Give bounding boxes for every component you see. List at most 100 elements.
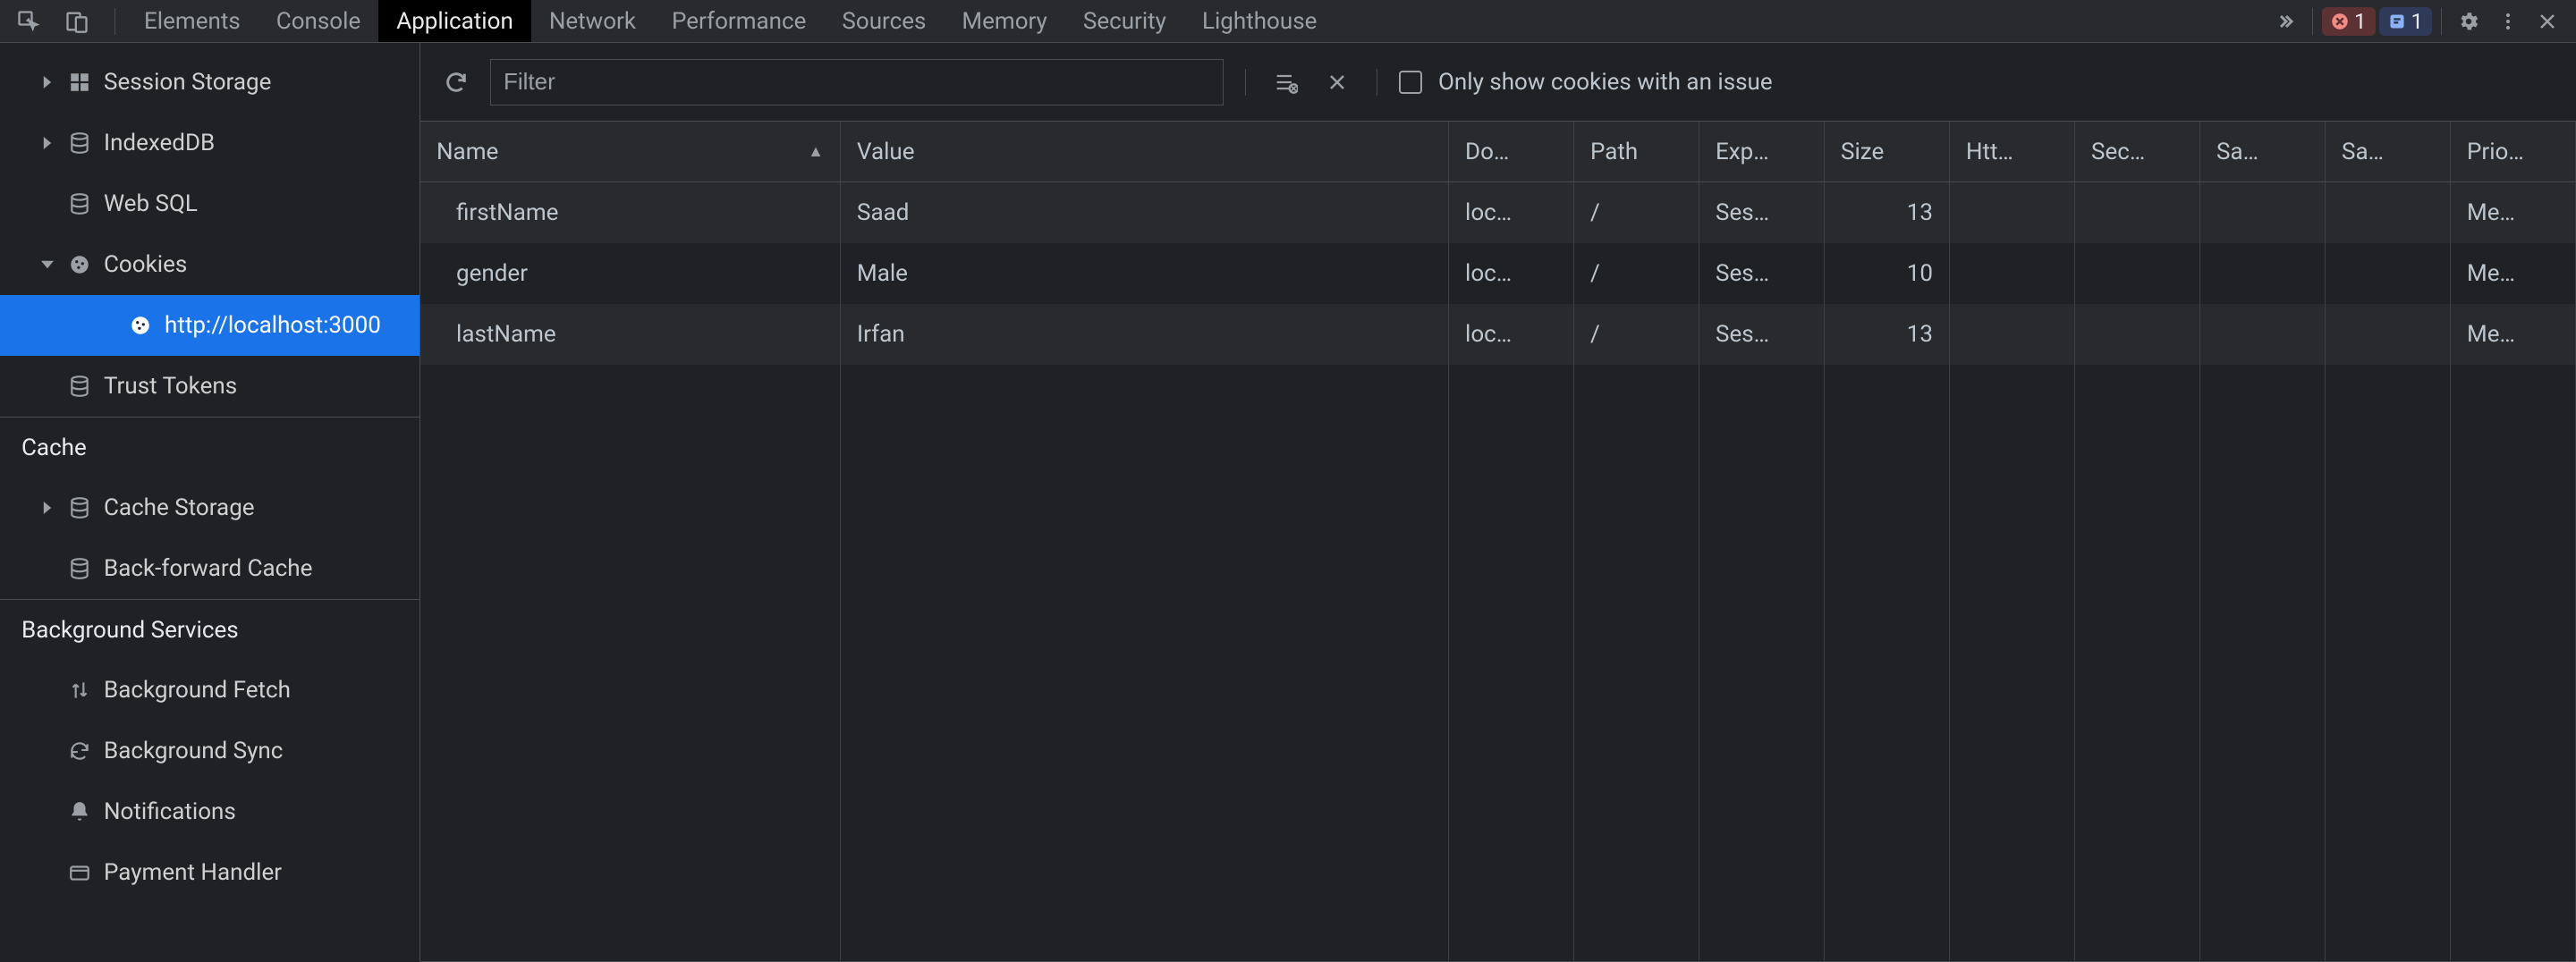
- sidebar-item-label: Back-forward Cache: [104, 555, 312, 582]
- tabbar-right-controls: 1 1: [2257, 0, 2576, 42]
- device-toggle-icon[interactable]: [59, 4, 95, 39]
- error-count-badge[interactable]: 1: [2322, 7, 2376, 36]
- cookies-table-header: Name▲ValueDo…PathExp…SizeHtt…Sec…Sa…Sa…P…: [420, 122, 2576, 182]
- cookie-icon: [66, 251, 93, 278]
- sidebar-item-cache-storage[interactable]: Cache Storage: [0, 477, 419, 538]
- tab-memory[interactable]: Memory: [944, 0, 1064, 42]
- sidebar-item-label: Background Fetch: [104, 677, 291, 704]
- main-content: Session StorageIndexedDB Web SQL Cookies ht…: [0, 43, 2576, 962]
- sidebar-item-label: Payment Handler: [104, 859, 282, 886]
- tab-application[interactable]: Application: [378, 0, 531, 42]
- cell-value: Irfan: [841, 304, 1449, 365]
- tab-network[interactable]: Network: [531, 0, 654, 42]
- cell-domain: loc…: [1449, 182, 1574, 243]
- settings-icon[interactable]: [2451, 4, 2487, 39]
- refresh-icon[interactable]: [438, 64, 474, 100]
- column-header-10[interactable]: Prio…: [2451, 122, 2576, 181]
- column-header-2[interactable]: Do…: [1449, 122, 1574, 181]
- cell-expires: Ses…: [1699, 304, 1825, 365]
- cookie-icon: [127, 312, 154, 339]
- only-issues-checkbox[interactable]: [1399, 71, 1422, 94]
- cell-path: /: [1574, 243, 1699, 304]
- cache-section-header: Cache: [0, 417, 419, 477]
- cell-path: /: [1574, 182, 1699, 243]
- bg-services-section-header: Background Services: [0, 599, 419, 660]
- more-tabs-icon[interactable]: [2267, 4, 2303, 39]
- cell-path: /: [1574, 304, 1699, 365]
- column-header-9[interactable]: Sa…: [2326, 122, 2451, 181]
- sidebar-item-label: Trust Tokens: [104, 373, 237, 400]
- sidebar-item-label: Cache Storage: [104, 494, 255, 521]
- db-icon: [66, 130, 93, 156]
- cell-domain: loc…: [1449, 304, 1574, 365]
- tab-console[interactable]: Console: [258, 0, 378, 42]
- cell-priority: Me…: [2451, 304, 2576, 365]
- close-devtools-icon[interactable]: [2529, 4, 2565, 39]
- sidebar-item-session-storage[interactable]: Session Storage: [0, 52, 419, 113]
- cell-samesite1: [2200, 182, 2326, 243]
- application-sidebar: Session StorageIndexedDB Web SQL Cookies ht…: [0, 43, 420, 962]
- sidebar-item-web-sql[interactable]: Web SQL: [0, 173, 419, 234]
- cell-priority: Me…: [2451, 243, 2576, 304]
- sidebar-item-payment-handler[interactable]: Payment Handler: [0, 842, 419, 903]
- cookies-panel: Only show cookies with an issue Name▲Val…: [420, 43, 2576, 962]
- sidebar-item-label: http://localhost:3000: [165, 312, 381, 339]
- column-header-1[interactable]: Value: [841, 122, 1449, 181]
- db-icon: [66, 373, 93, 400]
- sidebar-item-cookies[interactable]: Cookies: [0, 234, 419, 295]
- tabbar-left-controls: [0, 0, 126, 42]
- sidebar-item-trust-tokens[interactable]: Trust Tokens: [0, 356, 419, 417]
- column-header-4[interactable]: Exp…: [1699, 122, 1825, 181]
- column-header-6[interactable]: Htt…: [1950, 122, 2075, 181]
- delete-selected-icon[interactable]: [1319, 64, 1355, 100]
- clear-all-icon[interactable]: [1267, 64, 1303, 100]
- cell-name: gender: [420, 243, 841, 304]
- cell-secure: [2075, 304, 2200, 365]
- column-header-0[interactable]: Name▲: [420, 122, 841, 181]
- cookie-row[interactable]: firstNameSaadloc…/Ses…13Me…: [420, 182, 2576, 243]
- expand-arrow-icon[interactable]: [39, 502, 55, 514]
- db-icon: [66, 494, 93, 521]
- tab-elements[interactable]: Elements: [126, 0, 258, 42]
- toolbar-divider: [1245, 69, 1246, 96]
- tab-performance[interactable]: Performance: [654, 0, 824, 42]
- expand-arrow-icon[interactable]: [39, 137, 55, 149]
- expand-arrow-icon[interactable]: [39, 258, 55, 271]
- tabbar-tabs: ElementsConsoleApplicationNetworkPerform…: [126, 0, 2257, 42]
- cell-secure: [2075, 243, 2200, 304]
- cell-samesite1: [2200, 304, 2326, 365]
- table-empty-fill: [420, 365, 2576, 961]
- inspect-element-icon[interactable]: [11, 4, 47, 39]
- cell-http: [1950, 182, 2075, 243]
- cell-size: 10: [1825, 243, 1950, 304]
- grid-icon: [66, 69, 93, 96]
- sidebar-item-background-fetch[interactable]: Background Fetch: [0, 660, 419, 721]
- issue-count-badge[interactable]: 1: [2379, 7, 2433, 36]
- expand-arrow-icon[interactable]: [39, 76, 55, 89]
- tab-lighthouse[interactable]: Lighthouse: [1184, 0, 1335, 42]
- column-header-8[interactable]: Sa…: [2200, 122, 2326, 181]
- cell-size: 13: [1825, 182, 1950, 243]
- cell-expires: Ses…: [1699, 182, 1825, 243]
- cell-samesite1: [2200, 243, 2326, 304]
- cookies-filter-input[interactable]: [490, 59, 1224, 105]
- bell-icon: [66, 798, 93, 825]
- cookie-row[interactable]: genderMaleloc…/Ses…10Me…: [420, 243, 2576, 304]
- tab-sources[interactable]: Sources: [824, 0, 944, 42]
- column-header-5[interactable]: Size: [1825, 122, 1950, 181]
- column-header-3[interactable]: Path: [1574, 122, 1699, 181]
- sidebar-item-http-localhost-3000[interactable]: http://localhost:3000: [0, 295, 419, 356]
- kebab-menu-icon[interactable]: [2490, 4, 2526, 39]
- cell-name: firstName: [420, 182, 841, 243]
- sidebar-item-notifications[interactable]: Notifications: [0, 781, 419, 842]
- sidebar-item-label: Web SQL: [104, 190, 198, 217]
- sidebar-item-back-forward-cache[interactable]: Back-forward Cache: [0, 538, 419, 599]
- db-icon: [66, 555, 93, 582]
- tabbar-divider: [2312, 8, 2313, 35]
- tab-security[interactable]: Security: [1065, 0, 1184, 42]
- sidebar-item-background-sync[interactable]: Background Sync: [0, 721, 419, 781]
- cookie-row[interactable]: lastNameIrfanloc…/Ses…13Me…: [420, 304, 2576, 365]
- cell-size: 13: [1825, 304, 1950, 365]
- sidebar-item-indexeddb[interactable]: IndexedDB: [0, 113, 419, 173]
- column-header-7[interactable]: Sec…: [2075, 122, 2200, 181]
